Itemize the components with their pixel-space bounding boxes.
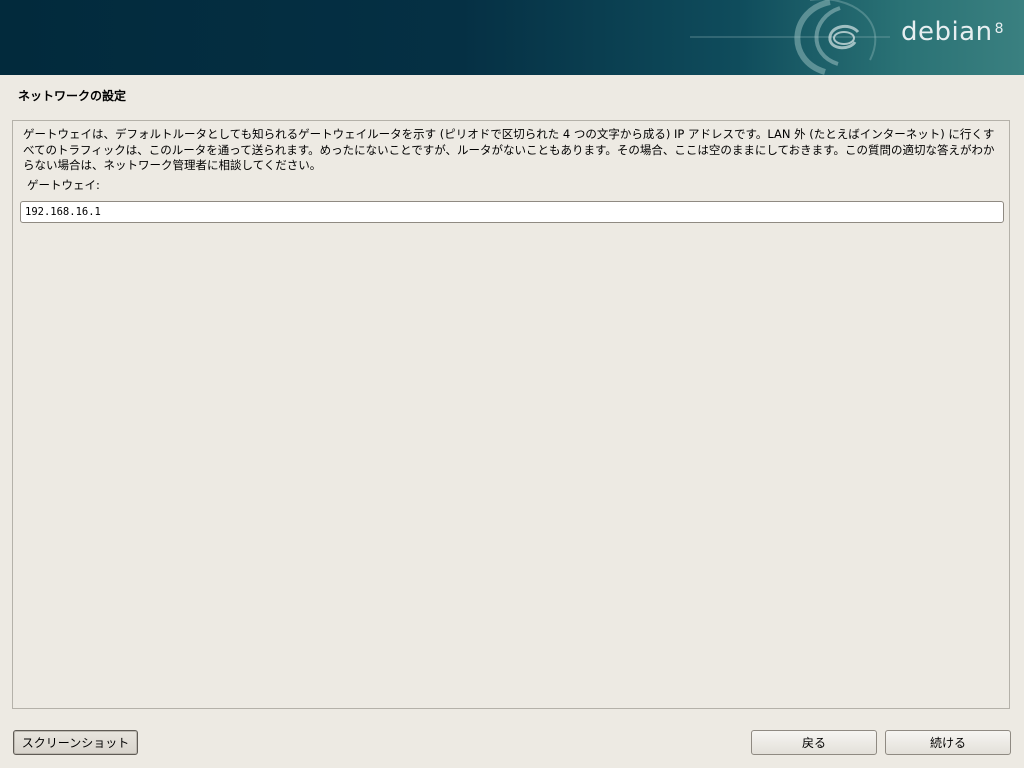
continue-button[interactable]: 続ける [885,730,1011,755]
page-title: ネットワークの設定 [18,89,127,103]
gateway-label: ゲートウェイ: [27,178,100,192]
logo-version: 8 [994,21,1004,37]
debian-banner: debian 8 [0,0,1024,75]
gateway-description: ゲートウェイは、デフォルトルータとしても知られるゲートウェイルータを示す (ピリ… [23,127,995,172]
back-button[interactable]: 戻る [751,730,877,755]
debian-logo: debian 8 [901,17,1004,47]
content-frame: ゲートウェイは、デフォルトルータとしても知られるゲートウェイルータを示す (ピリ… [12,120,1010,709]
logo-text: debian [900,17,993,47]
screenshot-button[interactable]: スクリーンショット [13,730,138,755]
gateway-input[interactable] [20,201,1004,223]
